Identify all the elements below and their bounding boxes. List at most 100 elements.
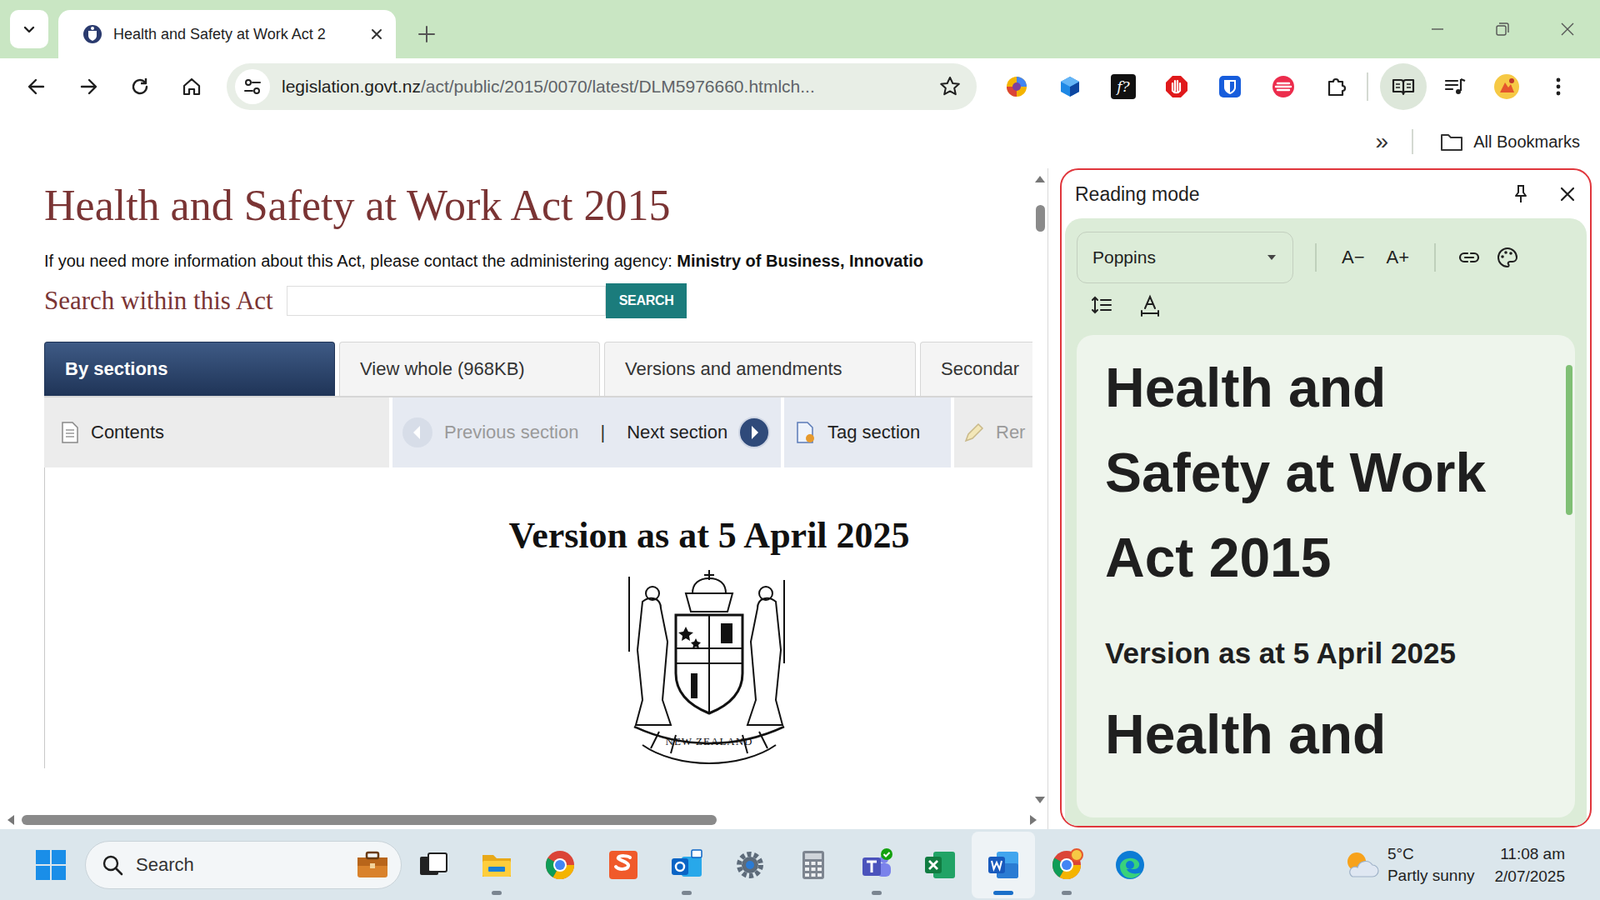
reading-scrollbar[interactable] — [1563, 335, 1575, 818]
line-spacing-icon[interactable] — [1090, 293, 1114, 317]
back-arrow-icon — [25, 75, 49, 99]
desktop-screen: Health and Safety at Work Act 2 legislati… — [0, 0, 1600, 900]
taskbar-app[interactable] — [655, 831, 719, 899]
word-icon — [986, 848, 1020, 882]
reload-icon — [128, 75, 152, 99]
scroll-up-icon[interactable] — [1033, 173, 1047, 185]
taskbar-app[interactable] — [591, 831, 655, 899]
document-icon — [59, 420, 81, 445]
site-info-button[interactable] — [235, 69, 270, 105]
act-document: Version as at 5 April 2025NEW ZEALAND — [44, 467, 1033, 769]
font-select[interactable]: Poppins — [1076, 231, 1294, 284]
bookmark-star-icon[interactable] — [938, 75, 962, 99]
taskbar-app[interactable] — [1098, 831, 1162, 899]
taskbar-app[interactable] — [781, 831, 845, 899]
taskbar-app[interactable] — [971, 831, 1035, 899]
taskbar-search[interactable]: Search — [85, 840, 402, 890]
crest-favicon-icon — [81, 23, 104, 45]
media-controls-button[interactable] — [1431, 63, 1479, 110]
toolbar-cell: Tag section — [784, 397, 951, 468]
extension-button[interactable] — [1211, 68, 1249, 105]
taskbar-app[interactable] — [908, 831, 972, 899]
taskbar-app[interactable] — [528, 831, 592, 899]
close-panel-icon[interactable] — [1556, 183, 1579, 205]
extension-button[interactable] — [1318, 68, 1355, 105]
tab-search-button[interactable] — [10, 10, 49, 49]
chrome-menu-button[interactable] — [1535, 63, 1582, 110]
taskbar-app[interactable] — [845, 831, 909, 899]
all-bookmarks-button[interactable]: All Bookmarks — [1440, 131, 1580, 152]
coat-of-arms-icon: NEW ZEALAND — [609, 568, 810, 769]
scroll-right-icon[interactable] — [1027, 813, 1040, 827]
color-orb-icon — [1004, 74, 1030, 100]
letter-spacing-icon[interactable] — [1138, 293, 1162, 317]
home-icon — [180, 75, 204, 99]
close-window-button[interactable] — [1535, 0, 1600, 59]
back-button[interactable] — [13, 63, 60, 110]
font-size-button[interactable]: A+ — [1383, 246, 1414, 269]
edge-icon — [1113, 848, 1147, 882]
new-tab-icon[interactable] — [415, 23, 438, 45]
restore-button[interactable] — [1470, 0, 1535, 59]
scroll-down-icon[interactable] — [1033, 794, 1047, 806]
start-button[interactable] — [26, 840, 75, 890]
browser-tab[interactable]: Health and Safety at Work Act 2 — [58, 10, 396, 59]
bookmarks-overflow-button[interactable]: » — [1367, 128, 1398, 155]
profile-avatar-icon — [1492, 72, 1521, 101]
running-indicator — [491, 890, 502, 895]
view-tab[interactable]: Versions and amendments — [604, 341, 916, 396]
reading-content: Health and Safety at Work Act 2015 Versio… — [1076, 335, 1575, 818]
all-bookmarks-label: All Bookmarks — [1473, 132, 1580, 152]
reading-mode-button[interactable] — [1380, 63, 1427, 110]
scroll-left-icon[interactable] — [5, 813, 17, 827]
view-tab[interactable]: Secondar — [920, 341, 1033, 396]
taskbar-app[interactable] — [718, 831, 782, 899]
extension-button[interactable] — [1051, 68, 1089, 105]
pin-icon[interactable] — [1510, 183, 1532, 205]
horizontal-scrollbar[interactable] — [0, 810, 1048, 830]
chevron-down-icon — [20, 20, 38, 38]
home-button[interactable] — [168, 63, 215, 110]
extension-button[interactable] — [1265, 68, 1302, 105]
teams-icon — [860, 848, 894, 882]
search-input[interactable] — [286, 285, 606, 316]
forward-button[interactable] — [65, 63, 112, 110]
clock[interactable]: 11:08 am2/07/2025 — [1494, 842, 1592, 888]
vertical-scrollbar[interactable] — [1032, 168, 1048, 811]
extension-button[interactable]: f? — [1105, 68, 1142, 105]
toolbar-tool[interactable]: Next section — [626, 415, 771, 450]
extension-button[interactable] — [998, 68, 1035, 105]
taskbar-app[interactable] — [401, 831, 465, 899]
tool-label: Tag section — [827, 421, 920, 444]
tab-title: Health and Safety at Work Act 2 — [113, 25, 360, 44]
profile-button[interactable] — [1483, 63, 1530, 110]
palette-icon[interactable] — [1495, 245, 1520, 270]
taskbar-app[interactable] — [1035, 831, 1099, 899]
close-tab-icon[interactable] — [369, 26, 385, 42]
extension-button[interactable] — [1158, 68, 1195, 105]
vertical-scroll-thumb[interactable] — [1035, 205, 1045, 232]
font-size-button[interactable]: A− — [1338, 246, 1369, 269]
view-tab[interactable]: By sections — [44, 341, 335, 396]
act-search: Search within this ActSEARCH — [44, 283, 1033, 319]
toolbar-tool[interactable]: Contents — [59, 420, 165, 445]
task-view-icon — [416, 848, 450, 882]
more-vertical-icon — [1546, 75, 1570, 99]
search-button[interactable]: SEARCH — [605, 283, 688, 319]
link-icon[interactable] — [1457, 245, 1481, 270]
horizontal-scroll-thumb[interactable] — [21, 815, 717, 825]
puzzle-icon — [1324, 74, 1350, 100]
reading-heading: Health and Safety at Work Act 2015 — [1105, 345, 1555, 600]
toolbar-cell: Rer — [954, 397, 1033, 468]
reading-subheading: Version as at 5 April 2025 — [1105, 636, 1555, 670]
file-explorer-icon — [480, 848, 514, 882]
browser-toolbar: legislation.govt.nz/act/public/2015/0070… — [0, 58, 1600, 115]
toolbar-tool[interactable]: Tag section — [827, 421, 920, 444]
minimize-button[interactable] — [1405, 0, 1470, 59]
address-bar[interactable]: legislation.govt.nz/act/public/2015/0070… — [226, 63, 977, 110]
next-arrow-icon — [737, 415, 771, 450]
weather-widget[interactable]: 5°CPartly sunny — [1342, 843, 1475, 887]
reload-button[interactable] — [116, 63, 164, 110]
view-tab[interactable]: View whole (968KB) — [339, 341, 600, 396]
taskbar-app[interactable] — [465, 831, 529, 899]
